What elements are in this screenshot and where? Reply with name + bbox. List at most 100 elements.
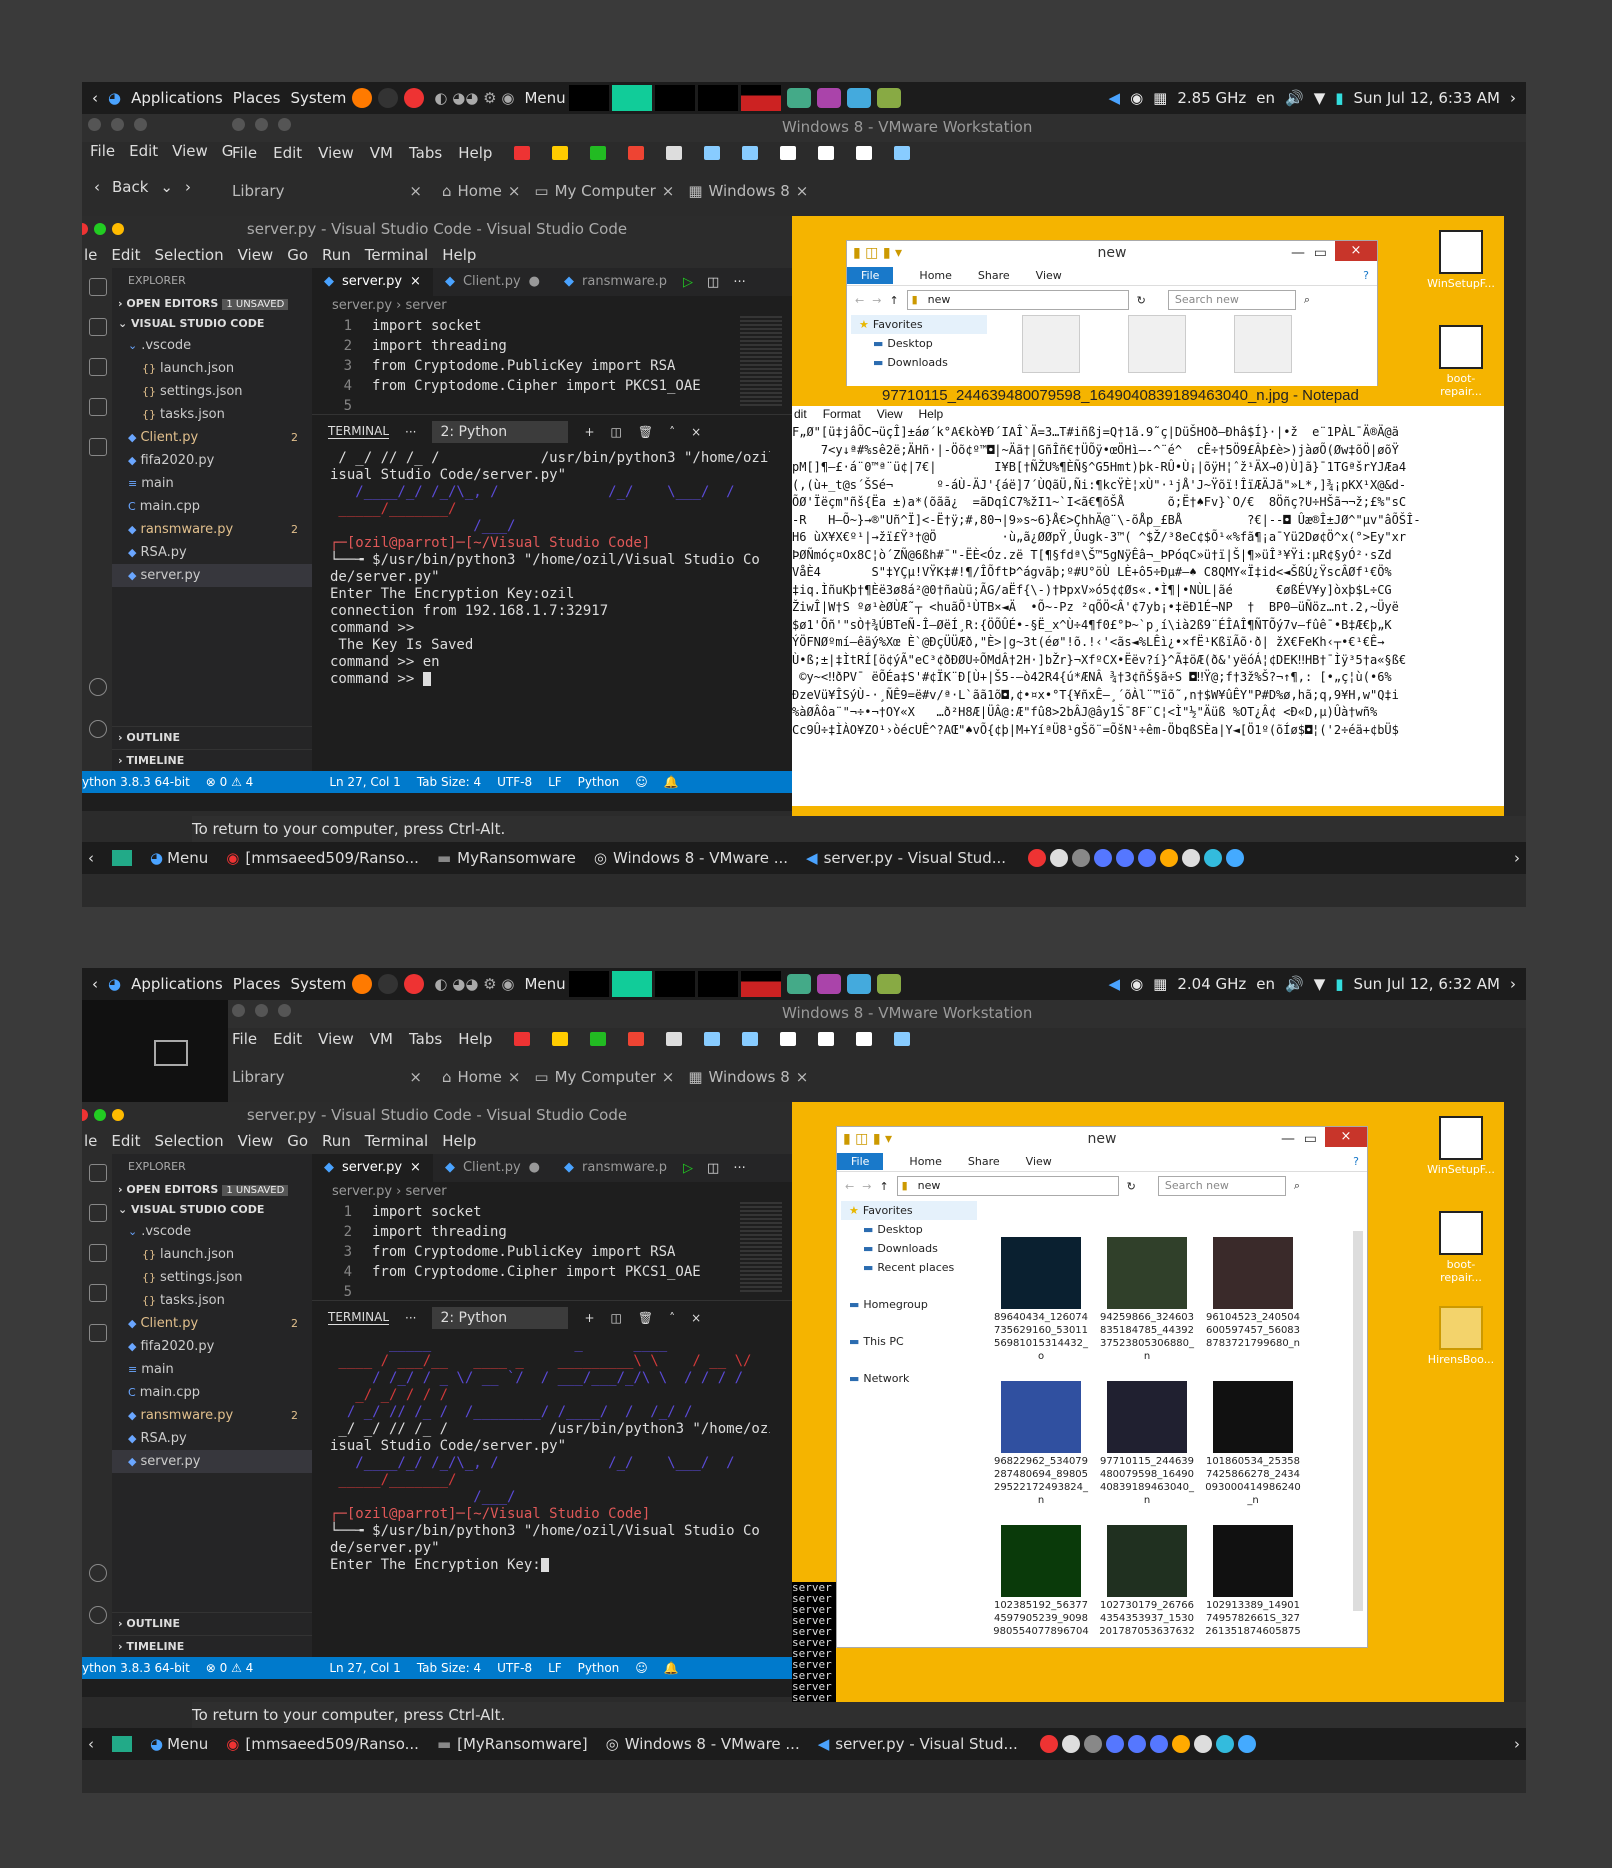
refresh-icon[interactable]: ↻ xyxy=(1127,1180,1136,1193)
vscode-menu-item[interactable]: Edit xyxy=(111,242,140,268)
tray-icon[interactable] xyxy=(1138,849,1157,868)
file-tree-item[interactable]: Cmain.cpp xyxy=(112,495,312,518)
extensions-icon[interactable] xyxy=(89,1324,107,1342)
source-control-icon[interactable] xyxy=(89,358,107,376)
file-tree-item[interactable]: ◆ fifa2020.py xyxy=(112,449,312,472)
files-icon[interactable] xyxy=(89,1164,107,1182)
vscode-menu-item[interactable]: Selection xyxy=(154,242,223,268)
window-control-dot[interactable] xyxy=(255,118,268,131)
tray-icon[interactable] xyxy=(1226,849,1245,868)
file-item[interactable]: 96822962_534079287480694_898052952217249… xyxy=(993,1381,1089,1507)
clock[interactable]: Sun Jul 12, 6:33 AM xyxy=(1354,89,1500,107)
files-icon[interactable] xyxy=(89,278,107,296)
tray-icon[interactable] xyxy=(1149,1735,1168,1754)
nav-item[interactable]: ★ Favorites xyxy=(851,315,987,334)
address-input[interactable]: ▮ new xyxy=(906,290,1129,310)
tray-icon[interactable] xyxy=(1061,1735,1080,1754)
notepad-menu-item[interactable]: dit xyxy=(794,406,807,424)
app-shortcut-icon[interactable] xyxy=(786,88,811,108)
close-button[interactable]: × xyxy=(1325,1127,1367,1147)
more-icon[interactable]: ··· xyxy=(733,275,745,290)
window-control-dot[interactable] xyxy=(232,118,245,131)
file-tree-item[interactable]: ◆ server.py xyxy=(112,564,312,587)
vmware-toolbar-icon[interactable] xyxy=(514,1032,531,1046)
taskbar-menu[interactable]: ◕ Menu xyxy=(150,1735,208,1753)
status-item[interactable]: Tab Size: 4 xyxy=(417,775,481,789)
help-icon[interactable]: ? xyxy=(1353,1155,1359,1168)
ribbon-tab[interactable]: Share xyxy=(968,1155,1000,1168)
terminal-select[interactable]: 2: Python xyxy=(432,420,569,443)
github-icon[interactable]: ◉ xyxy=(1130,89,1143,107)
split-editor-icon[interactable]: ◫ xyxy=(707,1161,719,1176)
maximize-icon[interactable]: ▭ xyxy=(1314,241,1327,265)
vmware-toolbar-icon[interactable] xyxy=(818,1032,835,1046)
vmware-menu-item[interactable]: View xyxy=(318,1030,354,1048)
tray-icon[interactable] xyxy=(1028,849,1047,868)
vmware-menu-item[interactable]: View xyxy=(318,144,354,162)
breadcrumb[interactable]: server.py › server xyxy=(332,1182,447,1202)
file-tree-item[interactable]: ⌄ .vscode xyxy=(112,334,312,357)
status-item[interactable]: Tab Size: 4 xyxy=(417,1661,481,1675)
chevron-left-icon[interactable]: ‹ xyxy=(92,89,98,107)
forward-arrow-icon[interactable]: › xyxy=(185,178,191,196)
run-icon[interactable]: ▷ xyxy=(683,275,693,290)
close-icon[interactable]: × xyxy=(796,1068,809,1086)
file-tree-item[interactable]: {} tasks.json xyxy=(112,403,312,426)
menu-icon[interactable]: ◐ ◕◕ ⚙ ◉ xyxy=(434,89,514,107)
vscode-menu-item[interactable]: View xyxy=(238,1128,274,1154)
status-item[interactable]: UTF-8 xyxy=(497,1661,532,1675)
back-arrow-icon[interactable]: ‹ xyxy=(94,178,100,196)
close-icon[interactable]: × xyxy=(662,1068,675,1086)
status-item[interactable]: Ln 27, Col 1 xyxy=(329,775,401,789)
vmware-tab[interactable]: ⌂ Home × xyxy=(442,1068,520,1086)
launcher-icon[interactable] xyxy=(404,88,425,108)
tray-icon[interactable] xyxy=(1182,849,1201,868)
menu-label[interactable]: Menu xyxy=(524,89,565,107)
tray-icon[interactable] xyxy=(1116,849,1135,868)
places-menu[interactable]: Places xyxy=(233,975,281,993)
status-item[interactable]: Python xyxy=(578,1661,620,1675)
open-editors-section[interactable]: › OPEN EDITORS 1 UNSAVED xyxy=(112,294,312,314)
more-icon[interactable]: ··· xyxy=(405,1311,416,1325)
vmware-tab[interactable]: ▭ My Computer × xyxy=(534,182,674,200)
vscode-menu-item[interactable]: Run xyxy=(322,1128,351,1154)
app-shortcut-icon[interactable] xyxy=(876,88,901,108)
file-item[interactable]: 102730179_267664354353937_15302017870536… xyxy=(1099,1525,1195,1638)
minimap[interactable] xyxy=(740,316,782,406)
code-editor[interactable]: 1 import socket 2 import threading 3 from Cry… xyxy=(312,1202,732,1320)
vscode-icon[interactable]: ◀ xyxy=(1109,89,1121,107)
tab-action-icon[interactable]: × xyxy=(410,1154,421,1182)
taskbar-item[interactable]: ◉ [mmsaeed509/Ranso... xyxy=(226,1735,419,1753)
tray-icon[interactable] xyxy=(1083,1735,1102,1754)
split-editor-icon[interactable]: ◫ xyxy=(707,275,719,290)
tray-icon[interactable] xyxy=(1237,1735,1256,1754)
vmware-toolbar-icon[interactable] xyxy=(666,1032,683,1046)
desktop-icon[interactable]: WinSetupF... xyxy=(1426,1116,1496,1176)
status-item[interactable]: ⊗ 0 ⚠ 4 xyxy=(206,775,254,789)
window-maximize-dot[interactable] xyxy=(94,223,106,235)
file-tree-item[interactable]: Cmain.cpp xyxy=(112,1381,312,1404)
ribbon-tab[interactable]: View xyxy=(1036,269,1062,282)
places-menu[interactable]: Places xyxy=(233,89,281,107)
chevron-right-icon[interactable]: › xyxy=(1510,975,1516,993)
close-button[interactable]: × xyxy=(1335,241,1377,261)
gear-icon[interactable] xyxy=(89,720,107,738)
chevron-right-icon[interactable]: › xyxy=(1514,1735,1520,1753)
window-minimize-dot[interactable] xyxy=(112,1109,124,1121)
close-icon[interactable]: × xyxy=(508,1068,521,1086)
file-tree-item[interactable]: {} launch.json xyxy=(112,357,312,380)
file-tree-item[interactable]: ◆ server.py xyxy=(112,1450,312,1473)
chevron-down-icon[interactable]: ⌄ xyxy=(160,178,173,196)
vscode-icon[interactable]: ◀ xyxy=(1109,975,1121,993)
files-menu-item[interactable]: Edit xyxy=(129,142,158,160)
nav-item[interactable]: ▬ Recent places xyxy=(841,1258,977,1277)
extensions-icon[interactable] xyxy=(89,438,107,456)
file-tree-item[interactable]: {} launch.json xyxy=(112,1243,312,1266)
taskbar-item[interactable]: ▬ [MyRansomware] xyxy=(437,1735,588,1753)
tray-icon[interactable] xyxy=(1127,1735,1146,1754)
app-shortcut-icon[interactable] xyxy=(876,974,901,994)
ribbon-tab[interactable]: Home xyxy=(909,1155,941,1168)
file-tree-item[interactable]: ◆ RSA.py xyxy=(112,1427,312,1450)
system-menu[interactable]: System xyxy=(290,975,346,993)
applications-menu[interactable]: Applications xyxy=(131,975,223,993)
